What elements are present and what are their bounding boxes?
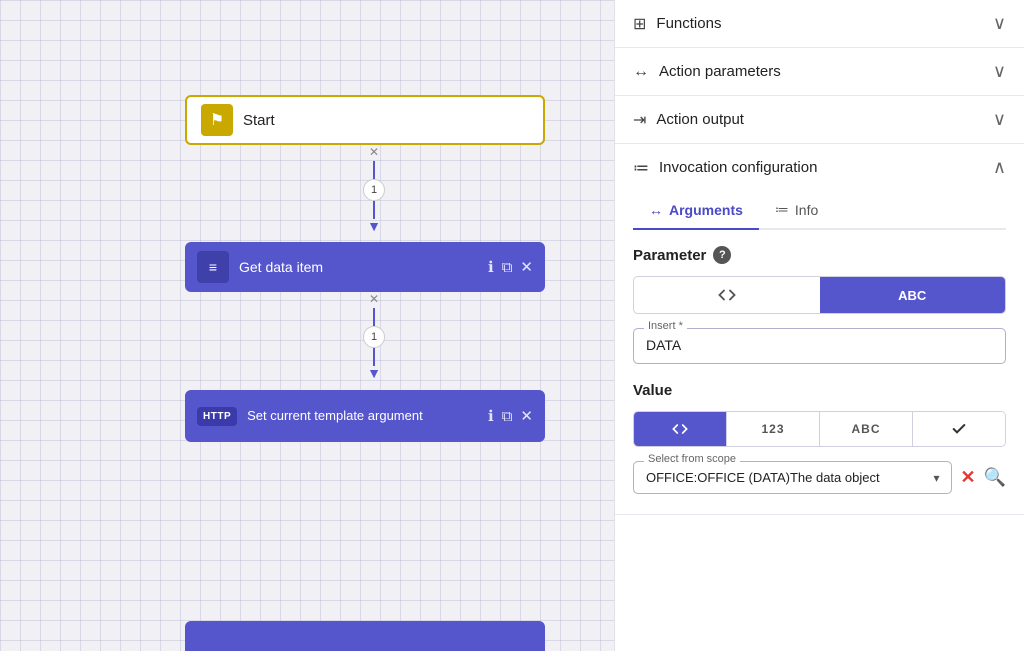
accordion-action-output: ⇥ Action output ∨	[615, 96, 1024, 144]
action-params-header[interactable]: ↔ Action parameters ∨	[615, 48, 1024, 95]
start-flag-icon: ⚑	[201, 104, 233, 136]
invocation-header[interactable]: ≔ Invocation configuration ∧	[615, 144, 1024, 191]
node-get-data[interactable]: ≡ Get data item ℹ ⧉ ✕	[185, 242, 545, 292]
get-data-icon: ≡	[197, 251, 229, 283]
http-node-actions: ℹ ⧉ ✕	[488, 407, 533, 425]
connector-arrow-2: ▼	[367, 366, 381, 380]
functions-header[interactable]: ⊞ Functions ∨	[615, 0, 1024, 47]
node-partial-bottom	[185, 621, 545, 651]
scope-clear-btn[interactable]: ✕	[960, 467, 975, 488]
get-data-actions: ℹ ⧉ ✕	[488, 258, 533, 276]
tab-arguments-label: Arguments	[669, 202, 743, 218]
scope-search-btn[interactable]: 🔍	[984, 467, 1006, 488]
scope-select[interactable]: OFFICE:OFFICE (DATA)The data object	[646, 470, 925, 485]
right-panel: ⊞ Functions ∨ ↔ Action parameters ∨ ⇥ Ac…	[614, 0, 1024, 651]
connector-line-2a	[373, 308, 375, 326]
functions-label: Functions	[656, 15, 721, 32]
parameter-help-icon[interactable]: ?	[713, 246, 731, 264]
action-output-chevron: ∨	[993, 109, 1006, 130]
value-code-btn[interactable]	[634, 412, 727, 446]
connector-line-1a	[373, 161, 375, 179]
scope-field-label: Select from scope	[644, 453, 740, 465]
functions-icon: ⊞	[633, 14, 646, 34]
node-http[interactable]: HTTP Set current template argument ℹ ⧉ ✕	[185, 390, 545, 442]
functions-header-left: ⊞ Functions	[633, 14, 721, 34]
parameter-type-toggle: ABC	[633, 276, 1006, 314]
node-start[interactable]: ⚑ Start	[185, 95, 545, 145]
action-output-icon: ⇥	[633, 110, 646, 130]
connector-badge-1: 1	[363, 179, 385, 201]
get-data-copy-btn[interactable]: ⧉	[502, 259, 513, 276]
invocation-header-left: ≔ Invocation configuration	[633, 158, 817, 178]
tab-info-label: Info	[795, 202, 818, 218]
scope-row: Select from scope OFFICE:OFFICE (DATA)Th…	[633, 461, 1006, 494]
canvas-area: ⚑ Start ✕ 1 ▼ ≡ Get data item ℹ ⧉ ✕ ✕ 1 …	[0, 0, 614, 651]
connector-badge-2: 1	[363, 326, 385, 348]
invocation-icon: ≔	[633, 158, 649, 178]
invocation-chevron: ∧	[993, 157, 1006, 178]
connector-1: ✕ 1 ▼	[363, 145, 385, 233]
get-data-close-btn[interactable]: ✕	[520, 258, 533, 276]
tab-arguments-icon: ↔	[649, 202, 663, 218]
get-data-label: Get data item	[239, 259, 478, 275]
connector-x-2: ✕	[369, 292, 379, 306]
http-node-label: Set current template argument	[247, 408, 478, 425]
invocation-label: Invocation configuration	[659, 159, 817, 176]
action-output-header[interactable]: ⇥ Action output ∨	[615, 96, 1024, 143]
insert-field: Insert * DATA	[633, 328, 1006, 364]
tab-info[interactable]: ≔ Info	[759, 191, 834, 228]
connector-line-2b	[373, 348, 375, 366]
tab-arguments[interactable]: ↔ Arguments	[633, 191, 759, 230]
http-close-btn[interactable]: ✕	[520, 407, 533, 425]
value-abc-btn[interactable]: ABC	[820, 412, 913, 446]
insert-field-label: Insert *	[644, 320, 687, 332]
parameter-label-text: Parameter	[633, 247, 706, 264]
scope-chevron-icon: ▾	[933, 471, 939, 485]
connector-line-1b	[373, 201, 375, 219]
action-output-label: Action output	[656, 111, 744, 128]
accordion-functions: ⊞ Functions ∨	[615, 0, 1024, 48]
accordion-invocation: ≔ Invocation configuration ∧ ↔ Arguments…	[615, 144, 1024, 515]
action-params-header-left: ↔ Action parameters	[633, 63, 781, 81]
parameter-heading: Parameter ?	[633, 246, 1006, 264]
param-abc-btn[interactable]: ABC	[820, 277, 1006, 313]
http-copy-btn[interactable]: ⧉	[502, 408, 513, 425]
start-node-label: Start	[243, 112, 275, 129]
functions-chevron: ∨	[993, 13, 1006, 34]
param-code-btn[interactable]	[634, 277, 820, 313]
connector-x-1: ✕	[369, 145, 379, 159]
action-params-icon: ↔	[633, 63, 649, 81]
http-badge: HTTP	[197, 407, 237, 426]
tab-info-icon: ≔	[775, 201, 789, 218]
scope-wrapper: Select from scope OFFICE:OFFICE (DATA)Th…	[633, 461, 952, 494]
value-heading: Value	[633, 382, 1006, 399]
insert-field-value[interactable]: DATA	[646, 337, 681, 353]
action-params-label: Action parameters	[659, 63, 781, 80]
action-output-header-left: ⇥ Action output	[633, 110, 744, 130]
http-info-btn[interactable]: ℹ	[488, 407, 494, 425]
value-check-btn[interactable]	[913, 412, 1005, 446]
action-params-chevron: ∨	[993, 61, 1006, 82]
value-type-toggle: 123 ABC	[633, 411, 1006, 447]
connector-2: ✕ 1 ▼	[363, 292, 385, 380]
value-num-btn[interactable]: 123	[727, 412, 820, 446]
invocation-body: ↔ Arguments ≔ Info Parameter ?	[615, 191, 1024, 514]
connector-arrow-1: ▼	[367, 219, 381, 233]
accordion-action-params: ↔ Action parameters ∨	[615, 48, 1024, 96]
get-data-info-btn[interactable]: ℹ	[488, 258, 494, 276]
tab-row: ↔ Arguments ≔ Info	[633, 191, 1006, 230]
